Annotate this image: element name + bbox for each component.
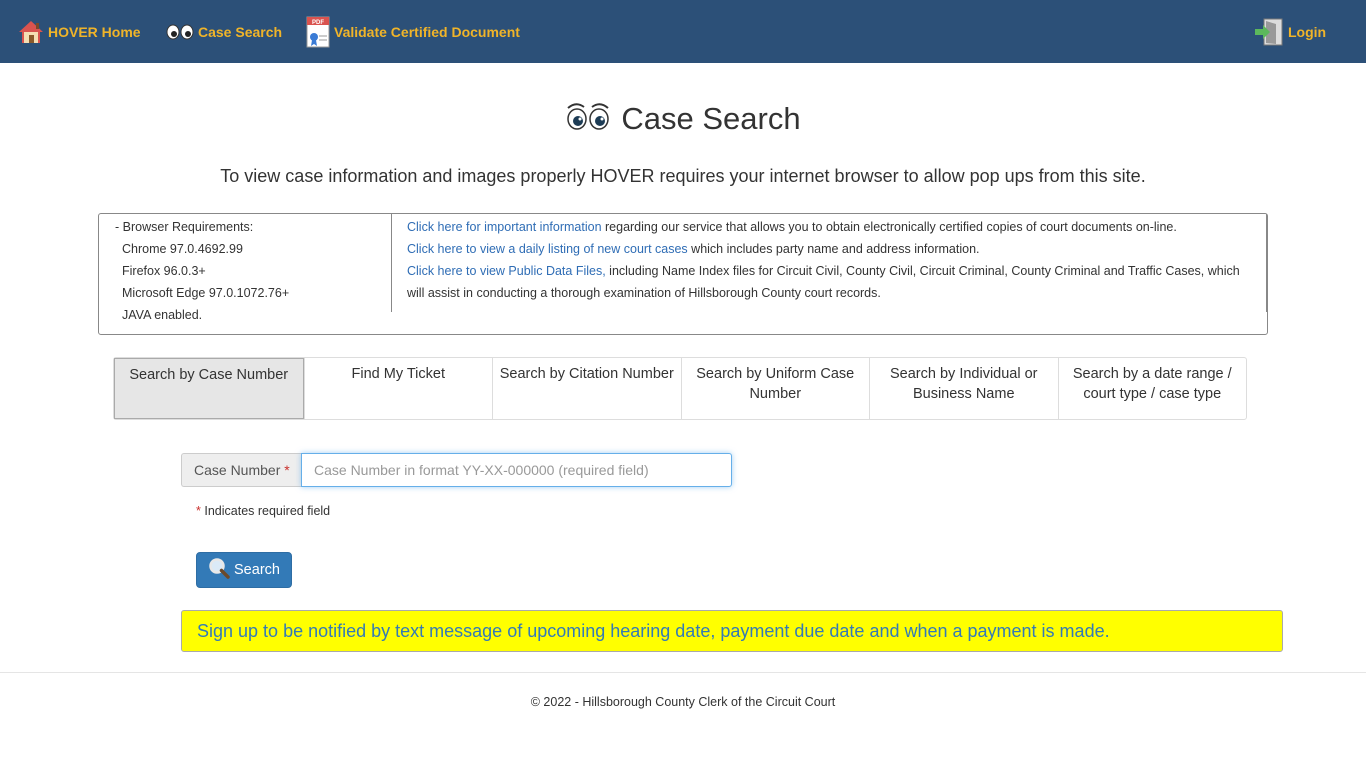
- info-text: which includes party name and address in…: [687, 242, 980, 256]
- pdf-certificate-icon: PDF: [306, 16, 334, 48]
- nav-home-label: HOVER Home: [48, 23, 141, 40]
- text-notification-signup[interactable]: Sign up to be notified by text message o…: [181, 610, 1283, 652]
- pdf-badge: PDF: [312, 20, 324, 26]
- case-number-group: Case Number *: [181, 453, 732, 487]
- info-line-public-data: Click here to view Public Data Files, in…: [407, 260, 1257, 304]
- house-icon: [18, 19, 48, 45]
- login-door-icon: [1254, 18, 1288, 46]
- nav-search-label: Case Search: [198, 23, 283, 40]
- tab-search-by-citation-number[interactable]: Search by Citation Number: [492, 358, 681, 419]
- popup-notice: To view case information and images prop…: [220, 166, 1146, 186]
- browser-requirements: - Browser Requirements: Chrome 97.0.4692…: [115, 216, 391, 326]
- nav-login-label: Login: [1288, 23, 1327, 40]
- requirement-item: JAVA enabled.: [122, 308, 203, 322]
- requirement-item: Firefox 96.0.3+: [122, 264, 206, 278]
- info-line-daily-listing: Click here to view a daily listing of ne…: [407, 238, 1257, 260]
- page-heading: Case Search: [621, 100, 801, 136]
- required-note: * Indicates required field: [196, 504, 330, 518]
- eyes-icon: [166, 22, 198, 42]
- daily-listing-link[interactable]: Click here to view a daily listing of ne…: [407, 242, 688, 256]
- nav-validate-document[interactable]: PDF Validate Certified Document: [306, 0, 520, 63]
- nav-hover-home[interactable]: HOVER Home: [18, 0, 141, 63]
- tab-find-my-ticket[interactable]: Find My Ticket: [303, 358, 493, 419]
- nav-validate-label: Validate Certified Document: [334, 23, 520, 40]
- important-information-link[interactable]: Click here for important information: [407, 220, 602, 234]
- required-asterisk: *: [196, 504, 201, 518]
- requirements-heading: - Browser Requirements:: [115, 220, 254, 234]
- search-tabs: Search by Case Number Find My Ticket Sea…: [113, 357, 1247, 420]
- tab-search-by-uniform-case-number[interactable]: Search by Uniform Case Number: [680, 358, 870, 419]
- info-text: regarding our service that allows you to…: [601, 220, 1177, 234]
- required-asterisk: *: [284, 462, 290, 478]
- top-navbar: HOVER Home Case Search PDF Validate Cert…: [0, 0, 1366, 63]
- column-divider: [1266, 214, 1267, 312]
- case-number-label-text: Case Number: [194, 462, 281, 478]
- tab-search-by-date-range[interactable]: Search by a date range / court type / ca…: [1057, 358, 1247, 419]
- nav-case-search[interactable]: Case Search: [166, 0, 282, 63]
- column-divider: [391, 214, 392, 312]
- requirement-item: Chrome 97.0.4692.99: [122, 242, 243, 256]
- info-links: Click here for important information reg…: [407, 216, 1257, 304]
- required-note-text: Indicates required field: [204, 504, 331, 518]
- footer-copyright: © 2022 - Hillsborough County Clerk of th…: [530, 695, 836, 709]
- footer-divider: [0, 672, 1366, 673]
- search-button-label: Search: [234, 562, 280, 578]
- search-button[interactable]: Search: [196, 552, 292, 588]
- info-line-certified: Click here for important information reg…: [407, 216, 1257, 238]
- tab-search-by-name[interactable]: Search by Individual or Business Name: [869, 358, 1058, 419]
- eyes-icon: [565, 100, 611, 137]
- case-number-label: Case Number *: [181, 453, 301, 487]
- tab-search-by-case-number[interactable]: Search by Case Number: [114, 358, 304, 419]
- nav-login[interactable]: Login: [1254, 0, 1326, 63]
- info-panel: - Browser Requirements: Chrome 97.0.4692…: [98, 213, 1268, 335]
- requirement-item: Microsoft Edge 97.0.1072.76+: [122, 286, 290, 300]
- case-number-input[interactable]: [301, 453, 732, 487]
- page-title: Case Search: [0, 100, 1366, 137]
- magnifier-icon: [208, 557, 234, 583]
- public-data-files-link[interactable]: Click here to view Public Data Files,: [407, 264, 606, 278]
